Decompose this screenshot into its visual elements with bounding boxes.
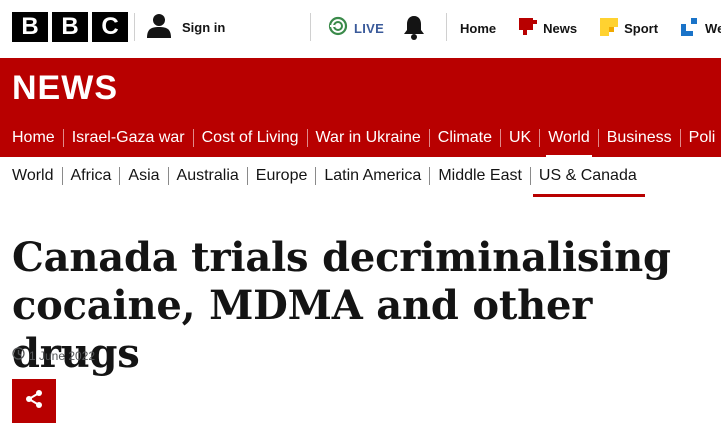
nav-separator [119, 167, 121, 185]
secondary-nav-item-europe[interactable]: Europe [256, 167, 308, 185]
nav-separator [529, 167, 531, 185]
topbar-divider [310, 13, 311, 41]
nav-separator [539, 128, 541, 147]
top-nav: Home News Sport We [460, 18, 721, 39]
sign-in-link[interactable]: Sign in [146, 12, 225, 42]
logo-letter-c: C [92, 12, 128, 42]
topnav-sport-label: Sport [624, 21, 659, 36]
nav-separator [62, 128, 64, 147]
secondary-nav-item-middle-east[interactable]: Middle East [438, 167, 522, 185]
topbar-divider [134, 13, 135, 41]
clock-icon [12, 347, 25, 365]
top-bar: B B C Sign in LIVE Home News Sport We [0, 0, 721, 58]
primary-nav-item-uk[interactable]: UK [509, 129, 531, 147]
secondary-nav-item-australia[interactable]: Australia [177, 167, 239, 185]
topnav-home[interactable]: Home [460, 21, 496, 36]
live-link[interactable]: LIVE [328, 16, 384, 41]
primary-nav-item-war-in-ukraine[interactable]: War in Ukraine [316, 129, 421, 147]
weather-icon [681, 18, 699, 39]
primary-nav-item-business[interactable]: Business [607, 129, 672, 147]
topnav-weather[interactable]: We [681, 18, 721, 39]
user-icon [146, 12, 172, 43]
share-button[interactable] [12, 379, 56, 423]
news-wordmark[interactable]: NEWS [12, 69, 118, 108]
nav-separator [315, 167, 317, 185]
topnav-weather-label: We [705, 21, 721, 36]
nav-separator [61, 167, 63, 185]
topnav-sport[interactable]: Sport [600, 18, 658, 39]
secondary-nav: World Africa Asia Australia Europe Latin… [0, 157, 721, 197]
logo-letter-b1: B [12, 12, 48, 42]
nav-separator [306, 128, 308, 147]
news-icon [519, 18, 538, 39]
live-icon [328, 16, 348, 41]
nav-separator [167, 167, 169, 185]
secondary-nav-item-latin-america[interactable]: Latin America [324, 167, 421, 185]
notifications-button[interactable] [402, 14, 426, 45]
nav-separator [429, 167, 431, 185]
bbc-logo[interactable]: B B C [12, 12, 128, 42]
article-headline: Canada trials decriminalising cocaine, M… [12, 234, 671, 377]
primary-nav: Home Israel-Gaza war Cost of Living War … [0, 118, 721, 157]
live-label: LIVE [354, 21, 385, 36]
bell-icon [402, 16, 426, 44]
nav-separator [428, 128, 430, 147]
secondary-nav-item-africa[interactable]: Africa [71, 167, 112, 185]
nav-separator [192, 128, 194, 147]
primary-nav-item-world[interactable]: World [546, 129, 592, 157]
topbar-divider [446, 13, 447, 41]
topnav-news[interactable]: News [519, 18, 577, 39]
nav-separator [246, 167, 248, 185]
article-date: 1 June 2022 [29, 349, 96, 363]
article-dateline: 1 June 2022 [12, 347, 95, 365]
nav-separator [500, 128, 501, 147]
sport-icon [600, 18, 619, 39]
primary-nav-item-israel-gaza[interactable]: Israel-Gaza war [72, 129, 185, 147]
topnav-news-label: News [543, 21, 578, 36]
secondary-nav-item-asia[interactable]: Asia [128, 167, 159, 185]
logo-letter-b2: B [52, 12, 88, 42]
primary-nav-item-climate[interactable]: Climate [438, 129, 492, 147]
share-icon [24, 389, 44, 414]
topnav-home-label: Home [460, 21, 497, 36]
primary-nav-item-cost-of-living[interactable]: Cost of Living [202, 129, 299, 147]
primary-nav-item-home[interactable]: Home [12, 129, 55, 147]
sign-in-label: Sign in [182, 19, 226, 35]
secondary-nav-item-world[interactable]: World [12, 167, 54, 185]
primary-nav-item-politics[interactable]: Poli [689, 129, 716, 147]
nav-separator [679, 128, 681, 147]
secondary-nav-item-us-canada[interactable]: US & Canada [532, 167, 645, 197]
news-banner: NEWS [0, 58, 721, 118]
nav-separator [597, 128, 599, 147]
